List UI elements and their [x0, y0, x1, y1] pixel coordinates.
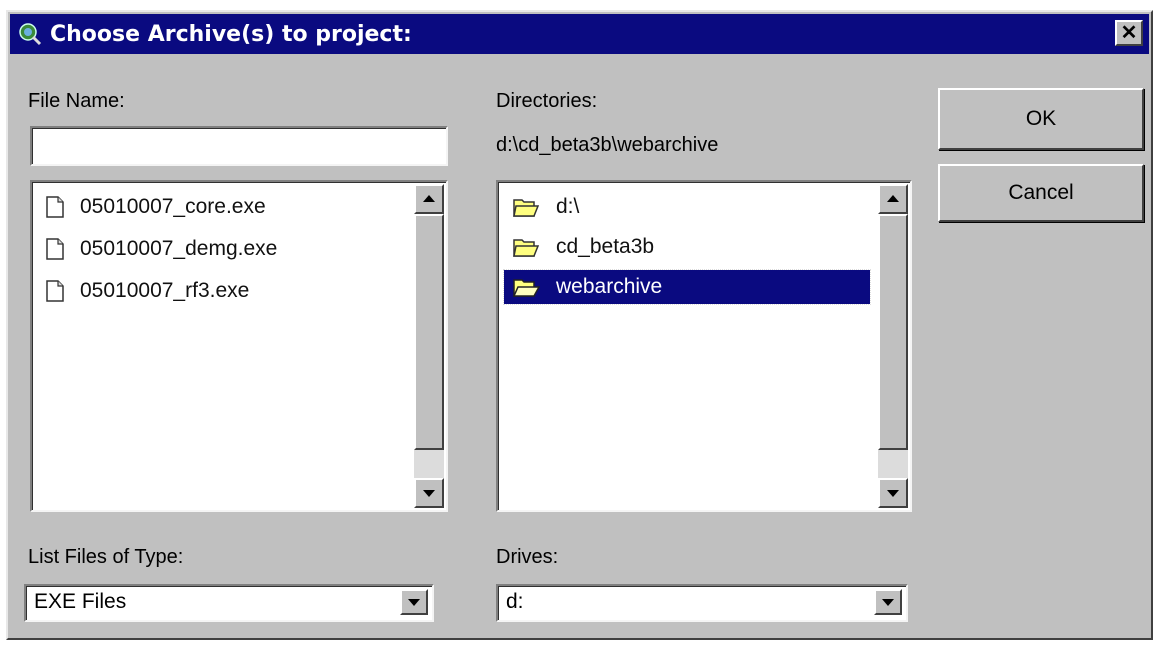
- globe-magnifier-icon: [19, 23, 42, 46]
- folder-icon: [513, 239, 540, 257]
- scroll-thumb[interactable]: [878, 214, 908, 450]
- cancel-button[interactable]: Cancel: [938, 164, 1144, 222]
- current-path: d:\cd_beta3b\webarchive: [496, 134, 719, 156]
- file-name: 05010007_core.exe: [80, 195, 266, 218]
- directory-list-scrollbar[interactable]: [878, 184, 908, 508]
- window-title: Choose Archive(s) to project:: [50, 22, 412, 47]
- list-item[interactable]: d:\: [512, 190, 579, 224]
- list-item[interactable]: cd_beta3b: [512, 230, 654, 264]
- file-list[interactable]: 05010007_core.exe 05010007_demg.exe 0501…: [30, 180, 448, 512]
- title-bar[interactable]: Choose Archive(s) to project: ✕: [10, 14, 1149, 54]
- file-name: 05010007_demg.exe: [80, 237, 278, 260]
- list-item[interactable]: 05010007_core.exe: [46, 190, 266, 224]
- scroll-up-button[interactable]: [414, 184, 444, 214]
- close-icon: ✕: [1120, 22, 1138, 44]
- open-folder-icon: [512, 279, 540, 297]
- arrow-up-icon: [423, 195, 435, 202]
- drives-dropdown-button[interactable]: [874, 589, 902, 615]
- file-icon: [46, 280, 64, 302]
- file-type-value: EXE Files: [34, 590, 127, 613]
- scroll-down-button[interactable]: [414, 478, 444, 508]
- file-list-scrollbar[interactable]: [414, 184, 444, 508]
- drives-label: Drives:: [496, 546, 559, 568]
- file-icon: [46, 238, 64, 260]
- list-item[interactable]: 05010007_demg.exe: [46, 232, 277, 266]
- ok-button[interactable]: OK: [938, 88, 1144, 150]
- directories-label: Directories:: [496, 90, 598, 112]
- file-name: 05010007_rf3.exe: [80, 279, 250, 302]
- scroll-thumb[interactable]: [414, 214, 444, 450]
- drives-value: d:: [506, 590, 524, 613]
- arrow-down-icon: [423, 490, 435, 497]
- folder-icon: [513, 199, 540, 217]
- directory-name: cd_beta3b: [556, 235, 655, 258]
- directory-list[interactable]: d:\ cd_beta3b webarchive: [496, 180, 912, 512]
- file-type-dropdown-button[interactable]: [400, 589, 428, 615]
- arrow-down-icon: [887, 490, 899, 497]
- scroll-down-button[interactable]: [878, 478, 908, 508]
- file-type-select[interactable]: EXE Files: [24, 584, 434, 622]
- arrow-up-icon: [887, 195, 899, 202]
- chevron-down-icon: [408, 599, 420, 606]
- file-type-label: List Files of Type:: [28, 546, 184, 568]
- directory-name: d:\: [556, 195, 580, 218]
- chevron-down-icon: [882, 599, 894, 606]
- file-icon: [46, 196, 64, 218]
- drives-select[interactable]: d:: [496, 584, 908, 622]
- selected-directory[interactable]: webarchive: [503, 269, 871, 305]
- close-button[interactable]: ✕: [1115, 20, 1143, 46]
- choose-archive-dialog: Choose Archive(s) to project: ✕ File Nam…: [6, 10, 1153, 640]
- directory-name: webarchive: [556, 275, 663, 298]
- scroll-up-button[interactable]: [878, 184, 908, 214]
- list-item[interactable]: 05010007_rf3.exe: [46, 274, 249, 308]
- file-name-input[interactable]: [30, 126, 448, 166]
- file-name-label: File Name:: [28, 90, 125, 112]
